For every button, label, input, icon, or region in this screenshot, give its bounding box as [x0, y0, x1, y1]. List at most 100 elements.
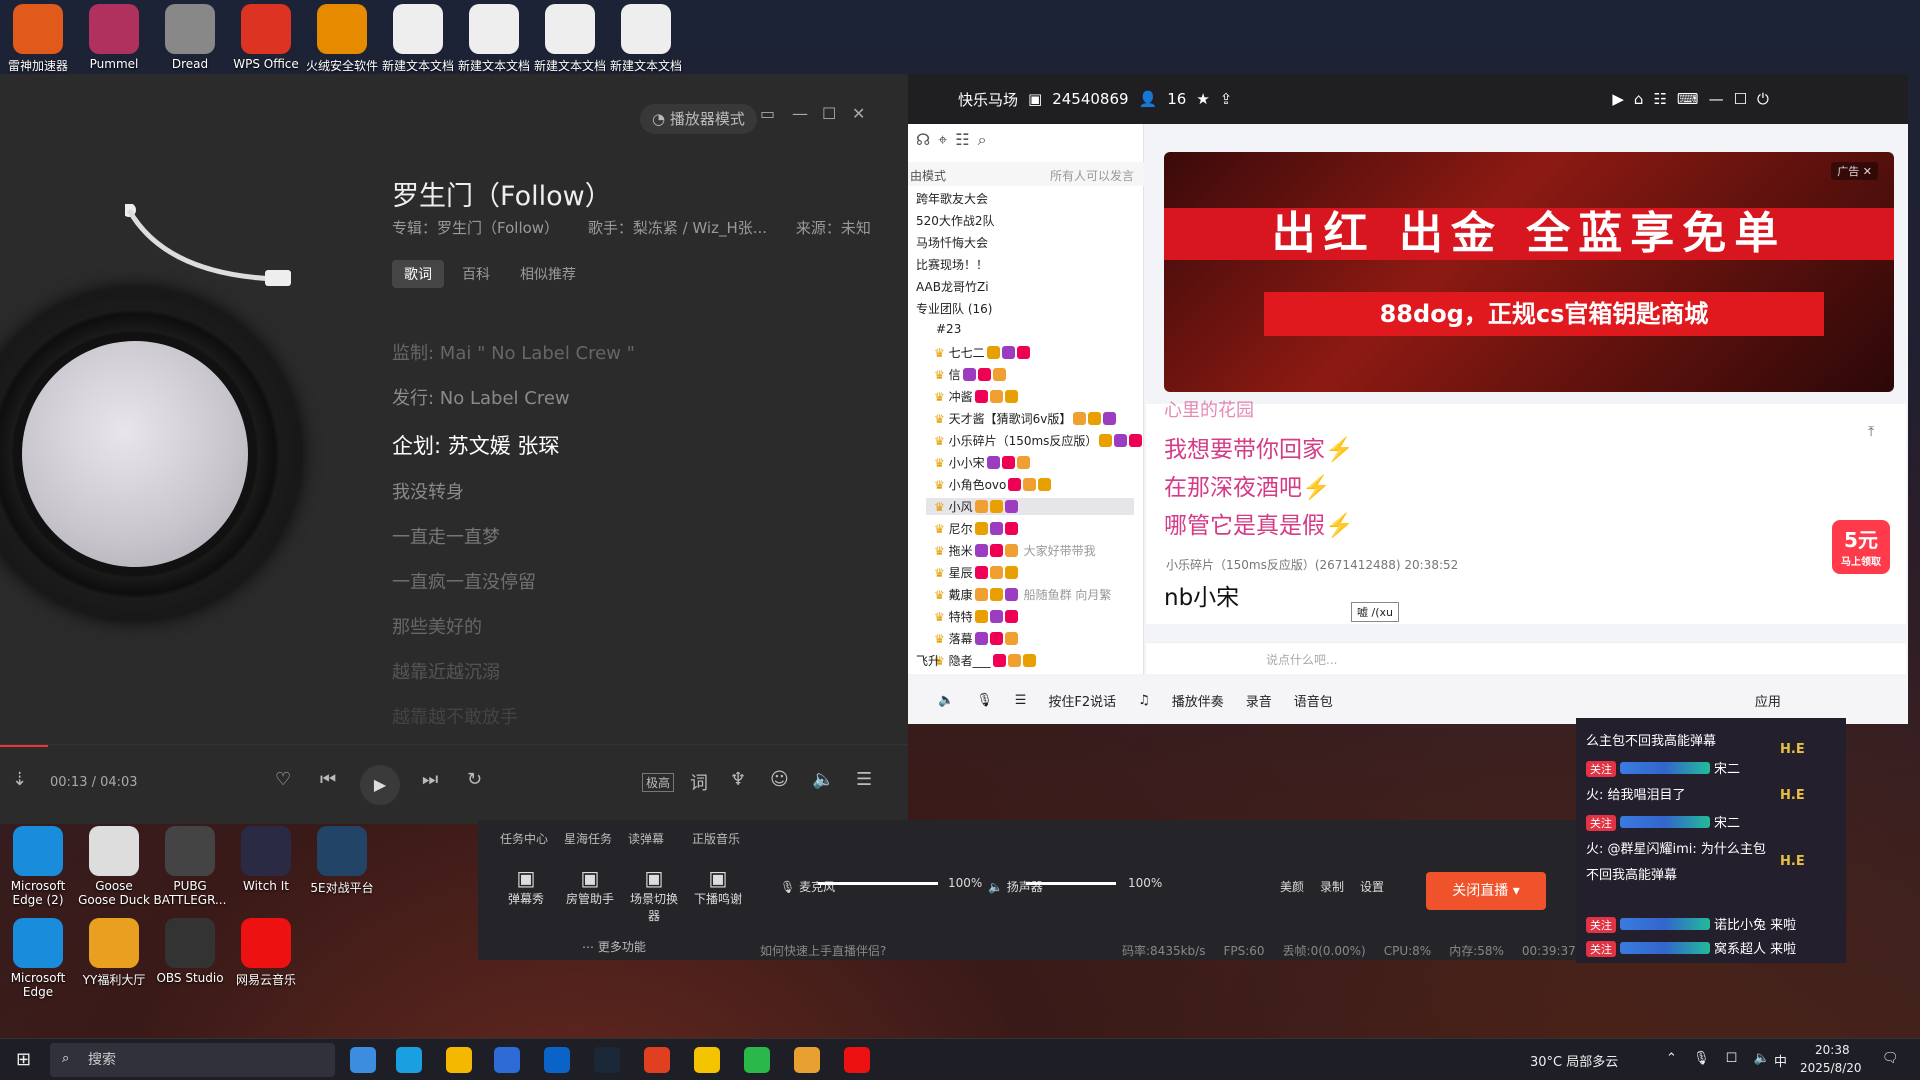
clock-date[interactable]: 2025/8/20: [1800, 1061, 1862, 1075]
desktop-icon[interactable]: Microsoft Edge: [0, 918, 76, 999]
desktop-icon[interactable]: YY福利大厅: [76, 918, 152, 988]
maximize-icon[interactable]: ☐: [822, 104, 836, 123]
channel-item[interactable]: #23: [936, 322, 961, 336]
tray-icons[interactable]: ⌃ 🎙 ☐ 🔈: [1666, 1051, 1776, 1066]
member-item[interactable]: ♛ 小小宋: [934, 454, 1030, 471]
mic-icon[interactable]: 🎙: [976, 693, 993, 708]
search-box[interactable]: 搜索: [50, 1043, 335, 1077]
desktop-icon[interactable]: 雷神加速器: [0, 4, 76, 74]
start-icon[interactable]: ⊞: [16, 1049, 31, 1070]
tab-wiki[interactable]: 百科: [450, 260, 502, 288]
desktop-icon[interactable]: Witch It: [228, 826, 304, 893]
desktop-icon[interactable]: PUBG BATTLEGR...: [152, 826, 228, 907]
maximize-icon[interactable]: ☐: [1734, 90, 1747, 108]
app-taskbar-icon[interactable]: [644, 1047, 670, 1073]
desktop-icon[interactable]: 5E对战平台: [304, 826, 380, 896]
record-button[interactable]: 录制: [1320, 878, 1344, 895]
member-item[interactable]: ♛ 七七二: [934, 344, 1030, 361]
obs-tab[interactable]: 正版音乐: [692, 830, 740, 847]
obs-tool-button[interactable]: ▣ 房管助手: [562, 866, 618, 907]
channel-item[interactable]: 跨年歌友大会: [916, 190, 988, 207]
member-item[interactable]: ♛ 小风: [926, 498, 1134, 515]
next-icon[interactable]: ⏭: [422, 769, 438, 790]
app-taskbar-icon[interactable]: [744, 1047, 770, 1073]
explorer-taskbar-icon[interactable]: [446, 1047, 472, 1073]
mic-slider[interactable]: [818, 882, 938, 885]
channel-item[interactable]: AAB龙哥竹Zi: [916, 278, 989, 295]
follow-tag[interactable]: 关注: [1586, 917, 1616, 933]
tab-similar[interactable]: 相似推荐: [508, 260, 588, 288]
desktop-icon[interactable]: 新建文本文档: [456, 4, 532, 74]
follow-tag[interactable]: 关注: [1586, 761, 1616, 777]
tab-lyrics[interactable]: 歌词: [392, 260, 444, 288]
settings-button[interactable]: 设置: [1360, 878, 1384, 895]
mini-mode-icon[interactable]: ▭: [760, 104, 775, 123]
search-icon[interactable]: ⌕: [978, 130, 995, 149]
notes-icon[interactable]: ☷: [955, 130, 977, 149]
obs-tool-button[interactable]: ▣ 下播鸣谢: [690, 866, 746, 907]
desktop-icon[interactable]: WPS Office: [228, 4, 304, 71]
obs-tab[interactable]: 星海任务: [564, 830, 612, 847]
volume-icon[interactable]: 🔈: [812, 769, 834, 790]
home-icon[interactable]: ⌂: [1634, 90, 1644, 108]
desktop-icon[interactable]: 新建文本文档: [608, 4, 684, 74]
ad-tag[interactable]: 广告 ✕: [1831, 162, 1878, 180]
member-item[interactable]: ♛ 拖米 大家好带带我: [934, 542, 1096, 559]
desktop-icon[interactable]: Goose Goose Duck: [76, 826, 152, 907]
channel-item[interactable]: 专业团队 (16): [916, 300, 992, 317]
follow-tag[interactable]: 关注: [1586, 941, 1616, 957]
album-link[interactable]: 专辑：罗生门（Follow）: [392, 219, 559, 237]
chat-user[interactable]: 小乐碎片（150ms反应版）(2671412488) 20:38:52: [1166, 556, 1458, 573]
member-item[interactable]: ♛ 落幕: [934, 630, 1018, 647]
edge-taskbar-icon[interactable]: [396, 1047, 422, 1073]
notification-icon[interactable]: 🗨: [1882, 1051, 1899, 1066]
desktop-icon[interactable]: 新建文本文档: [380, 4, 456, 74]
accompaniment-button[interactable]: 播放伴奏: [1172, 691, 1224, 710]
member-item[interactable]: ♛ 天才酱【猜歌词6v版】: [934, 410, 1117, 427]
obs-tool-button[interactable]: ▣ 弹幕秀: [498, 866, 554, 907]
app-taskbar-icon[interactable]: [694, 1047, 720, 1073]
promo-badge[interactable]: 5元 马上领取: [1832, 520, 1890, 574]
task-view-icon[interactable]: [350, 1047, 376, 1073]
music-icon[interactable]: ♫: [1138, 693, 1150, 708]
channel-item[interactable]: 比赛现场！！: [916, 256, 988, 273]
stop-live-button[interactable]: 关闭直播 ▾: [1426, 872, 1546, 910]
desktop-icon[interactable]: 网易云音乐: [228, 918, 304, 988]
more-features-button[interactable]: ⋯ 更多功能: [582, 938, 646, 955]
steam-taskbar-icon[interactable]: [594, 1047, 620, 1073]
member-item[interactable]: ♛ 尼尔: [934, 520, 1018, 537]
help-link[interactable]: 如何快速上手直播伴侣?: [760, 942, 886, 959]
push-to-talk-button[interactable]: 按住F2说话: [1048, 691, 1116, 710]
scroll-top-icon[interactable]: ⤒: [1868, 424, 1874, 440]
clock-time[interactable]: 20:38: [1815, 1043, 1850, 1057]
power-icon[interactable]: ⏻: [1757, 90, 1769, 108]
star-icon[interactable]: ★: [1196, 90, 1209, 108]
share-icon[interactable]: ⇪: [1220, 90, 1233, 108]
desktop-icon[interactable]: Microsoft Edge (2): [0, 826, 76, 907]
netease-taskbar-icon[interactable]: [844, 1047, 870, 1073]
repeat-icon[interactable]: ↻: [467, 769, 482, 790]
beauty-button[interactable]: 美颜: [1280, 878, 1304, 895]
ime-indicator[interactable]: 中: [1774, 1051, 1787, 1070]
store-taskbar-icon[interactable]: [494, 1047, 520, 1073]
obs-tab[interactable]: 任务中心: [500, 830, 548, 847]
previous-icon[interactable]: ⏮: [320, 769, 336, 790]
channel-item[interactable]: 马场忏悔大会: [916, 234, 988, 251]
video-icon[interactable]: ▶: [1612, 90, 1624, 108]
member-item[interactable]: ♛ 特特: [934, 608, 1018, 625]
like-icon[interactable]: ♡: [275, 769, 291, 790]
lyrics-icon[interactable]: 词: [690, 769, 708, 795]
close-icon[interactable]: ✕: [852, 104, 865, 123]
speaker-slider[interactable]: [1026, 882, 1116, 885]
game-icon[interactable]: ⌨: [1677, 90, 1699, 108]
member-item[interactable]: ♛ 隐者___: [934, 652, 1036, 669]
play-button[interactable]: ▶: [360, 765, 400, 805]
minimize-icon[interactable]: —: [1709, 90, 1724, 108]
playlist-icon[interactable]: ☰: [856, 769, 872, 790]
volume-icon[interactable]: 🔈: [938, 693, 954, 708]
desktop-icon[interactable]: 火绒安全软件: [304, 4, 380, 74]
obs-tool-button[interactable]: ▣ 场景切换器: [626, 866, 682, 924]
progress-bar[interactable]: [0, 745, 49, 747]
channel-item[interactable]: 飞升: [916, 652, 940, 669]
follow-tag[interactable]: 关注: [1586, 815, 1616, 831]
